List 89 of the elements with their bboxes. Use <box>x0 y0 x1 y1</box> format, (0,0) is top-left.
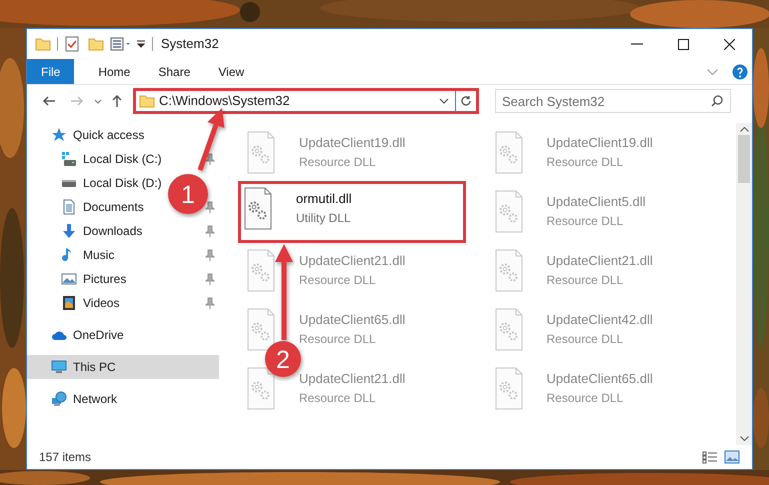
close-icon <box>724 38 734 50</box>
callout-badge <box>265 341 301 377</box>
dll-file-icon <box>494 131 522 174</box>
file-item[interactable]: UpdateClient19.dll <box>299 133 406 152</box>
ribbon-tab[interactable]: View <box>204 59 258 84</box>
window-title: System32 <box>161 35 219 54</box>
large-icons-view-icon <box>724 450 740 464</box>
ribbon-tab[interactable]: Share <box>144 59 204 84</box>
nav-item[interactable]: Videos <box>83 294 120 312</box>
dll-file-icon <box>247 308 275 351</box>
file-type: Resource DLL <box>546 390 624 406</box>
file-item[interactable]: UpdateClient21.dll <box>546 251 653 270</box>
nav-item[interactable]: Pictures <box>83 270 126 288</box>
scrollbar-thumb[interactable] <box>738 135 750 183</box>
nav-item[interactable]: Downloads <box>83 222 142 240</box>
nav-item[interactable]: Local Disk (D:) <box>83 174 162 192</box>
star-icon <box>51 127 67 143</box>
scroll-up-icon <box>740 127 748 132</box>
item-count: 157 items <box>39 449 92 466</box>
nav-item[interactable]: Music <box>83 246 114 264</box>
network-icon <box>51 391 67 407</box>
file-type: Resource DLL <box>546 212 624 230</box>
callout-number: 1 <box>181 181 195 209</box>
help-icon <box>732 64 748 80</box>
scroll-down-icon <box>740 436 748 441</box>
drive-icon <box>61 180 77 186</box>
dll-file-icon <box>244 187 272 230</box>
nav-item[interactable]: Quick access <box>73 126 144 144</box>
file-item[interactable]: UpdateClient21.dll <box>299 251 406 270</box>
download-arrow-icon <box>61 223 77 239</box>
chevron-icon <box>94 98 102 104</box>
file-type: Resource DLL <box>546 330 624 348</box>
scrollbar[interactable] <box>736 123 752 445</box>
file-tab[interactable]: File <box>27 59 74 84</box>
film-icon <box>61 295 77 311</box>
checklist-icon <box>64 36 80 52</box>
search-icon <box>711 95 723 107</box>
forward-arrow-icon <box>70 94 84 108</box>
file-item[interactable]: UpdateClient65.dll <box>299 310 406 330</box>
file-type: Resource DLL <box>299 390 377 406</box>
address-bar[interactable]: C:\Windows\System32 <box>133 88 479 114</box>
file-name: ormutil.dll <box>296 190 352 208</box>
file-item[interactable]: UpdateClient42.dll <box>546 310 653 330</box>
search-field[interactable]: Search System32 <box>495 89 731 113</box>
dropdown-chevron-icon <box>439 98 449 104</box>
properties-icon <box>110 36 132 52</box>
picture-icon <box>61 271 77 287</box>
file-type: Resource DLL <box>546 154 624 170</box>
minimize-icon <box>631 43 643 45</box>
up-arrow-icon <box>110 94 124 108</box>
callout-number: 2 <box>276 346 290 374</box>
file-item[interactable]: UpdateClient65.dll <box>546 369 653 388</box>
file-item[interactable]: UpdateClient19.dll <box>546 133 653 152</box>
dll-file-icon <box>494 190 522 233</box>
refresh-icon <box>460 95 472 107</box>
file-type: Resource DLL <box>299 272 377 288</box>
nav-item[interactable]: Network <box>73 390 118 408</box>
folder-icon <box>139 93 155 109</box>
file-type: Resource DLL <box>299 154 377 170</box>
document-icon <box>61 199 77 215</box>
nav-item[interactable]: OneDrive <box>73 326 124 344</box>
nav-item[interactable]: This PC <box>27 355 219 379</box>
dll-file-icon <box>247 131 275 174</box>
file-type: Resource DLL <box>546 272 624 288</box>
file-item[interactable]: UpdateClient5.dll <box>546 192 646 212</box>
file-item[interactable]: UpdateClient21.dll <box>299 369 406 388</box>
folder-icon <box>88 36 104 52</box>
address-path: C:\Windows\System32 <box>159 92 291 110</box>
file-type: Utility DLL <box>296 210 352 226</box>
file-type: Resource DLL <box>299 330 377 348</box>
file-item[interactable]: ormutil.dll Utility DLL <box>238 181 466 243</box>
folder-icon <box>35 36 51 52</box>
back-arrow-icon <box>42 94 56 108</box>
callout-arrow <box>198 108 224 171</box>
dll-file-icon <box>494 367 522 410</box>
nav-label: This PC <box>73 359 116 376</box>
expand-icon <box>707 68 718 74</box>
nav-item[interactable]: Documents <box>83 198 144 216</box>
dll-file-icon <box>247 249 275 292</box>
nav-item[interactable]: Local Disk (C:) <box>83 150 162 168</box>
maximize-icon <box>678 38 688 50</box>
details-view-icon <box>702 450 718 464</box>
monitor-icon <box>51 359 67 375</box>
dll-file-icon <box>494 308 522 351</box>
dll-file-icon <box>247 367 275 410</box>
ribbon-tab[interactable]: Home <box>84 59 144 84</box>
callout-badge <box>168 174 208 214</box>
drive-icon <box>61 152 77 166</box>
dll-file-icon <box>494 249 522 292</box>
